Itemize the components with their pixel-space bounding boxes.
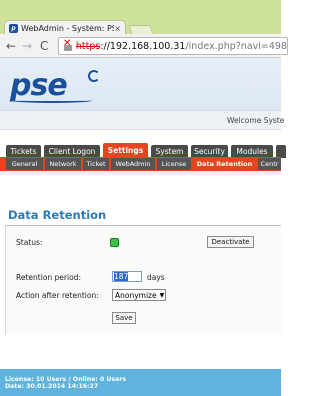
action-select[interactable]: Anonymize ▼	[112, 289, 166, 301]
retention-period-input[interactable]: 187	[112, 271, 142, 282]
logo-swirl-icon	[88, 70, 100, 82]
save-button[interactable]: Save	[112, 312, 136, 324]
date-info: Date: 30.01.2014 14:16:27	[5, 383, 99, 390]
action-select-value: Anonymize	[115, 290, 157, 300]
retention-period-label: Retention period:	[16, 273, 81, 282]
subtab-general[interactable]: General	[6, 158, 43, 170]
status-footer: License: 10 Users / Online: 0 Users Date…	[0, 369, 281, 396]
forward-icon[interactable]: →	[22, 39, 32, 53]
page-title: Data Retention	[8, 208, 107, 222]
subnav-shadow	[0, 171, 281, 175]
subtab-data-retention[interactable]: Data Retention	[193, 158, 256, 170]
dropdown-arrow-icon: ▼	[159, 291, 165, 299]
back-icon[interactable]: ←	[6, 39, 16, 53]
close-icon[interactable]: ×	[114, 24, 121, 33]
reload-icon[interactable]: C	[40, 39, 48, 53]
insecure-lock-icon	[63, 38, 73, 51]
main-nav: Tickets Client Logon Settings System Sec…	[0, 141, 286, 158]
status-indicator	[110, 238, 119, 247]
url-path: /index.php?navi=498	[185, 40, 287, 52]
license-info: License: 10 Users / Online: 0 Users	[5, 376, 127, 383]
subtab-ticket[interactable]: Ticket	[83, 158, 109, 170]
url-scheme: https	[75, 40, 101, 52]
favicon-icon: p	[9, 24, 18, 33]
retention-period-value: 187	[114, 272, 129, 281]
subtab-webadmin[interactable]: WebAdmin	[111, 158, 155, 170]
sub-nav: General Network Ticket WebAdmin License …	[0, 157, 281, 171]
address-bar[interactable]: https://192.168.100.31/index.php?navi=49…	[58, 37, 288, 55]
url-host: ://192.168.100.31	[100, 40, 186, 52]
app-header: pse	[0, 58, 281, 110]
retention-unit: days	[147, 273, 165, 282]
logo-underline	[12, 98, 92, 103]
subtab-central[interactable]: Centr	[258, 158, 281, 170]
subtab-license[interactable]: License	[157, 158, 191, 170]
welcome-bar: Welcome Syste	[0, 110, 285, 130]
browser-toolbar: ← → C https://192.168.100.31/index.php?n…	[0, 34, 288, 58]
browser-tab-title: WebAdmin - System: PSE	[21, 24, 115, 33]
deactivate-button[interactable]: Deactivate	[207, 236, 254, 248]
status-label: Status:	[16, 238, 43, 247]
action-after-retention-label: Action after retention:	[16, 291, 99, 300]
tab-settings[interactable]: Settings	[103, 143, 148, 158]
welcome-text: Welcome Syste	[227, 116, 285, 125]
browser-tab-strip: p WebAdmin - System: PSE ×	[0, 0, 281, 36]
subtab-network[interactable]: Network	[45, 158, 81, 170]
